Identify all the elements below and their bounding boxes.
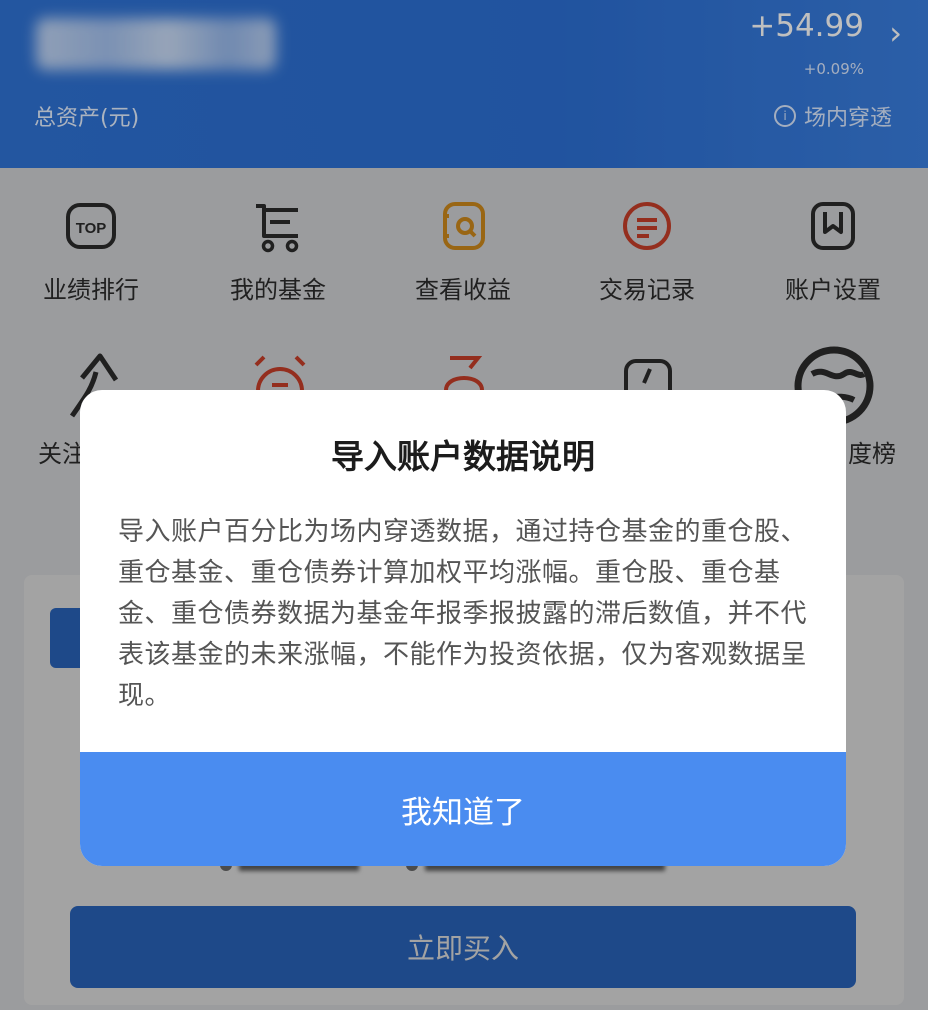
- got-it-button[interactable]: 我知道了: [80, 752, 846, 866]
- import-data-dialog: 导入账户数据说明 导入账户百分比为场内穿透数据，通过持仓基金的重仓股、重仓基金、…: [80, 390, 846, 866]
- header-dim-overlay: [0, 0, 928, 168]
- dialog-title: 导入账户数据说明: [331, 437, 595, 476]
- app-screen: 总资产(元) +54.99 › +0.09% i 场内穿透 TOP 业绩排行 我…: [0, 0, 928, 1010]
- dialog-body: 导入账户百分比为场内穿透数据，通过持仓基金的重仓股、重仓基金、重仓债券计算加权平…: [118, 517, 808, 711]
